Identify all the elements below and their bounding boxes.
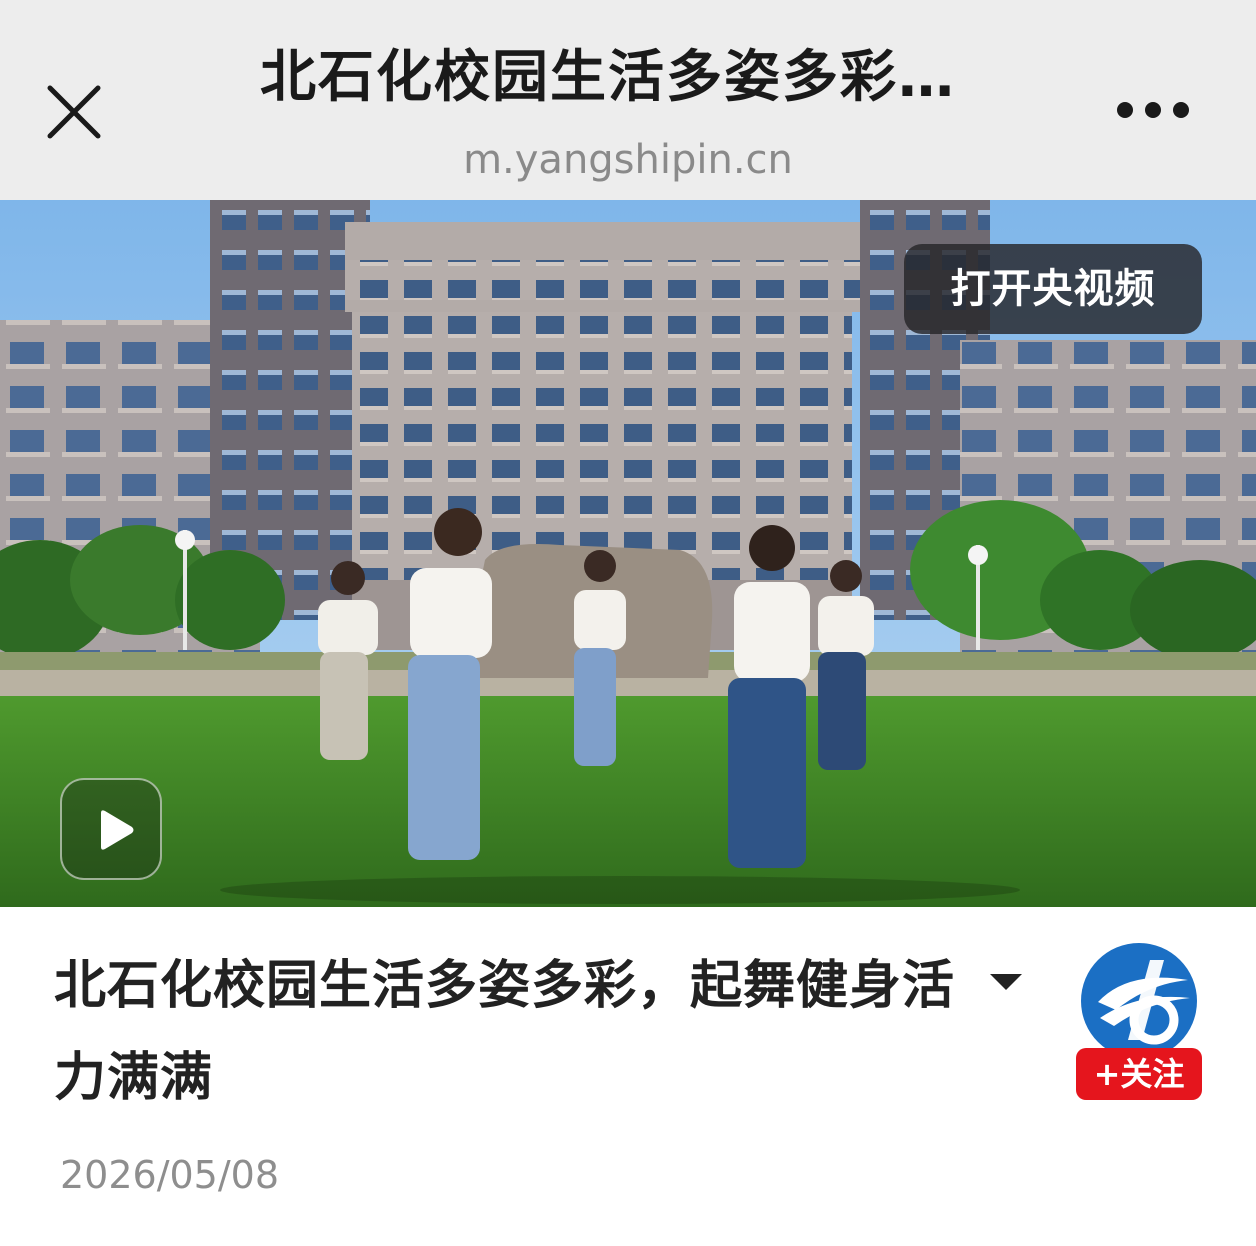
triangle-down-icon xyxy=(990,974,1022,990)
follow-button[interactable]: +关注 xyxy=(1076,1048,1202,1100)
open-app-button[interactable]: 打开央视频 xyxy=(904,244,1202,334)
publisher-logo-icon xyxy=(1078,940,1200,1062)
video-player[interactable]: 打开央视频 xyxy=(0,200,1256,907)
play-icon xyxy=(101,810,134,850)
publisher-avatar[interactable] xyxy=(1078,940,1200,1062)
more-icon xyxy=(1117,102,1189,118)
expand-title-button[interactable] xyxy=(984,960,1028,1004)
publish-date: 2026/05/08 xyxy=(60,1153,280,1197)
page-url: m.yangshipin.cn xyxy=(463,137,793,183)
play-button[interactable] xyxy=(60,778,162,880)
top-nav-bar: 北石化校园生活多姿多彩… m.yangshipin.cn xyxy=(0,0,1256,200)
article-title: 北石化校园生活多姿多彩，起舞健身活力满满 xyxy=(54,956,956,1108)
page-title: 北石化校园生活多姿多彩… xyxy=(260,45,956,110)
more-button[interactable] xyxy=(1108,90,1198,130)
